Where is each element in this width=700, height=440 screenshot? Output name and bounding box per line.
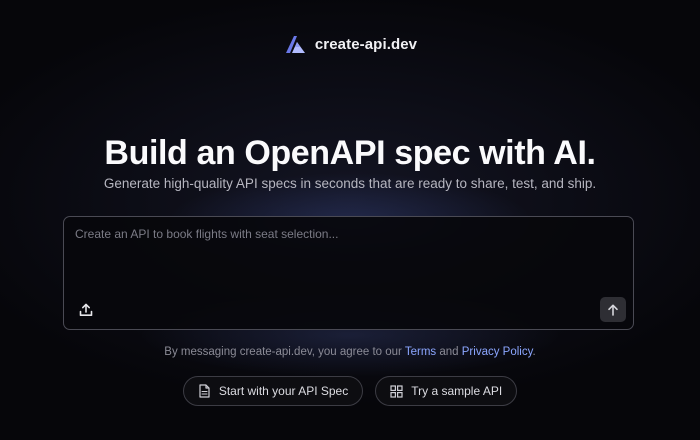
document-icon xyxy=(199,384,210,398)
send-button[interactable] xyxy=(600,297,626,322)
start-with-api-spec-label: Start with your API Spec xyxy=(218,384,349,398)
arrow-up-icon xyxy=(608,304,618,316)
upload-icon xyxy=(79,303,93,316)
prompt-input[interactable] xyxy=(75,227,620,287)
privacy-policy-link[interactable]: Privacy Policy xyxy=(462,346,533,358)
upload-button[interactable] xyxy=(77,301,95,319)
start-with-api-spec-button[interactable]: Start with your API Spec xyxy=(182,376,364,406)
create-api-logo-icon xyxy=(285,36,305,53)
legal-conjunction: and xyxy=(436,346,462,358)
try-sample-api-label: Try a sample API xyxy=(411,384,503,398)
legal-suffix: . xyxy=(532,346,536,358)
brand-header[interactable]: create-api.dev xyxy=(0,32,700,56)
prompt-box xyxy=(63,216,634,330)
page-subtitle: Generate high-quality API specs in secon… xyxy=(103,176,597,191)
quick-actions: Start with your API Spec Try a sample AP… xyxy=(0,376,700,406)
try-sample-api-button[interactable]: Try a sample API xyxy=(375,376,518,406)
page-title: Build an OpenAPI spec with AI. xyxy=(104,134,596,172)
legal-prefix: By messaging create-api.dev, you agree t… xyxy=(164,346,405,358)
grid-icon xyxy=(390,384,403,398)
terms-link[interactable]: Terms xyxy=(405,346,436,358)
legal-notice: By messaging create-api.dev, you agree t… xyxy=(0,345,700,359)
brand-name: create-api.dev xyxy=(314,35,418,53)
